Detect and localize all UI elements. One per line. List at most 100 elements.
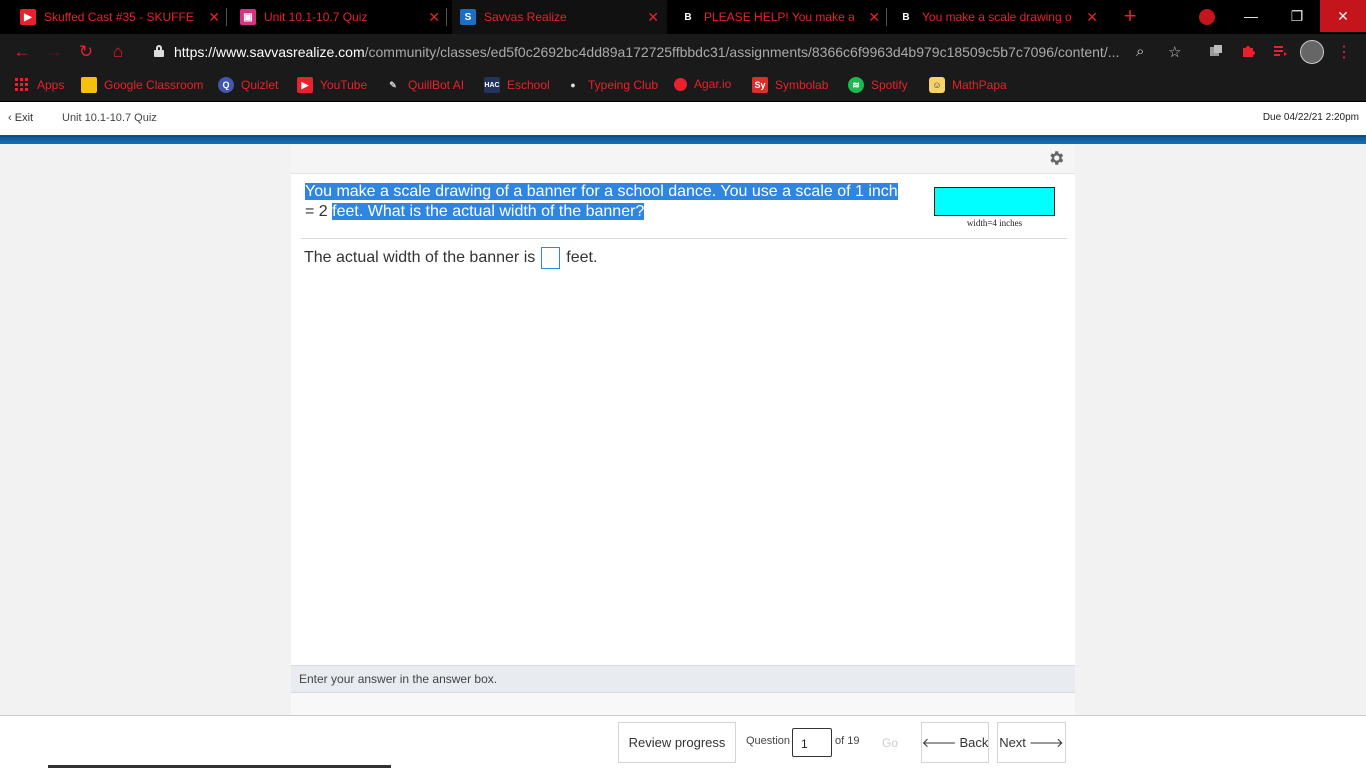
close-icon[interactable]: ✕ (1086, 9, 1098, 26)
question-label: Question (746, 735, 791, 747)
omnibox[interactable]: https://www.savvasrealize.com/community/… (142, 38, 1192, 66)
puzzle-icon[interactable] (1240, 43, 1256, 59)
quizlet-icon: Q (218, 77, 234, 93)
profile-avatar[interactable] (1300, 40, 1324, 64)
exit-button[interactable]: ‹ Exit (8, 112, 33, 124)
forward-arrow-icon[interactable]: → (44, 42, 64, 62)
bookmark-eschool[interactable]: HAC Eschool (484, 77, 550, 93)
close-window-button[interactable]: ✕ (1320, 0, 1366, 32)
close-icon[interactable]: ✕ (647, 9, 659, 26)
panel-toolbar (291, 144, 1075, 174)
header-accent-bar (0, 135, 1366, 144)
arrow-right-icon: 🡒 (1028, 734, 1064, 750)
close-icon[interactable]: ✕ (868, 9, 880, 26)
next-label: Next (999, 735, 1026, 750)
tab-title: PLEASE HELP! You make a sc (704, 10, 854, 24)
back-label: Back (959, 735, 989, 750)
question-text-selected: You make a scale drawing of a banner for… (305, 183, 898, 200)
ninja-icon: ● (570, 80, 576, 90)
minimize-button[interactable]: — (1228, 0, 1274, 32)
reload-icon[interactable]: ↻ (76, 42, 96, 62)
bookmark-label: YouTube (320, 78, 368, 92)
apps-grid-icon (15, 78, 28, 91)
classroom-icon (81, 77, 97, 93)
tab-title: Unit 10.1-10.7 Quiz (264, 10, 368, 24)
extension-icon[interactable] (1208, 43, 1224, 59)
bookmark-typeing-club[interactable]: ● Typeing Club (565, 77, 658, 93)
mathpapa-icon: ☺ (929, 77, 945, 93)
home-icon[interactable]: ⌂ (108, 42, 128, 62)
tab-brainly-2[interactable]: B You make a scale drawing of ✕ (898, 0, 1098, 34)
banner-figure (934, 187, 1055, 216)
panel-bottom (291, 693, 1075, 715)
tab-brainly-1[interactable]: B PLEASE HELP! You make a sc ✕ (680, 0, 880, 34)
url-text[interactable]: https://www.savvasrealize.com/community/… (174, 44, 1119, 60)
exit-label: Exit (14, 112, 34, 124)
bookmark-mathpapa[interactable]: ☺ MathPapa (929, 77, 1007, 93)
classroom-icon: ▣ (240, 9, 256, 25)
brainly-icon: B (902, 11, 910, 23)
bookmark-symbolab[interactable]: Sy Symbolab (752, 77, 828, 93)
question-number-input[interactable]: 1 (792, 728, 832, 757)
bookmark-label: Symbolab (775, 78, 829, 92)
due-date: Due 04/22/21 2:20pm (1262, 112, 1359, 123)
youtube-icon: ▶ (20, 9, 36, 25)
savvas-icon: S (460, 9, 476, 25)
next-button[interactable]: Next 🡒 (997, 722, 1066, 763)
new-tab-button[interactable]: + (1118, 5, 1142, 29)
symbolab-icon: Sy (752, 77, 768, 93)
bookmark-quizlet[interactable]: Q Quizlet (218, 77, 278, 93)
back-arrow-icon[interactable]: ← (12, 42, 32, 62)
tab-classroom-quiz[interactable]: ▣ Unit 10.1-10.7 Quiz ✕ (240, 0, 440, 34)
bookmark-google-classroom[interactable]: Google Classroom (81, 77, 203, 93)
tab-title: Savvas Realize (484, 10, 567, 24)
divider (301, 238, 1067, 239)
bookmark-label: Apps (37, 78, 65, 92)
close-icon[interactable]: ✕ (208, 9, 220, 26)
bookmark-label: MathPapa (952, 78, 1007, 92)
tab-youtube[interactable]: ▶ Skuffed Cast #35 - SKUFFED I ✕ (20, 0, 220, 34)
feather-icon: ✎ (389, 79, 397, 90)
record-icon[interactable] (1199, 9, 1215, 25)
answer-input[interactable] (541, 247, 561, 269)
quiz-footer: Review progress Question 1 of 19 Go 🡐 Ba… (0, 715, 1366, 768)
gear-icon[interactable] (1047, 149, 1065, 167)
chevron-left-icon: ‹ (8, 112, 12, 124)
answer-sentence: The actual width of the banner is feet. (304, 247, 597, 269)
quiz-header: ‹ Exit Unit 10.1-10.7 Quiz Due 04/22/21 … (0, 102, 1366, 135)
close-icon[interactable]: ✕ (428, 9, 440, 26)
bookmark-apps[interactable]: Apps (14, 77, 64, 93)
brainly-icon: B (684, 11, 692, 23)
question-text-scale: = 2 (305, 203, 333, 220)
address-bar-row: ← → ↻ ⌂ https://www.savvasrealize.com/co… (0, 34, 1366, 70)
arrow-left-icon: 🡐 (921, 734, 957, 750)
bookmark-spotify[interactable]: ≋ Spotify (848, 77, 908, 93)
review-progress-button[interactable]: Review progress (618, 722, 736, 763)
tab-title: Skuffed Cast #35 - SKUFFED I (44, 10, 194, 24)
agario-icon (674, 77, 687, 91)
media-icon[interactable] (1272, 43, 1288, 59)
go-button[interactable]: Go (868, 722, 912, 763)
bookmark-label: Agar.io (694, 77, 732, 91)
quiz-title: Unit 10.1-10.7 Quiz (62, 112, 157, 124)
spotify-icon: ≋ (848, 77, 864, 93)
menu-icon[interactable]: ⋮ (1336, 42, 1352, 62)
bookmark-youtube[interactable]: ▶ YouTube (297, 77, 367, 93)
back-button[interactable]: 🡐 Back (921, 722, 989, 763)
bookmark-agario[interactable]: Agar.io (674, 77, 731, 91)
answer-suffix: feet. (566, 249, 598, 266)
zoom-icon[interactable]: ⌕ (1136, 43, 1144, 60)
tab-savvas-realize[interactable]: S Savvas Realize ✕ (452, 0, 667, 34)
bookmarks-bar: Apps Google Classroom Q Quizlet ▶ YouTub… (0, 70, 1366, 102)
bookmark-label: Typeing Club (588, 78, 659, 92)
question-text-selected-end: feet. What is the actual width of the ba… (332, 203, 645, 220)
bookmark-quillbot[interactable]: ✎ QuillBot AI (385, 77, 464, 93)
youtube-icon: ▶ (297, 77, 313, 93)
lock-icon (154, 45, 164, 57)
restore-button[interactable]: ❐ (1274, 0, 1320, 32)
hint-bar: Enter your answer in the answer box. (291, 665, 1075, 693)
browser-tab-bar: ▶ Skuffed Cast #35 - SKUFFED I ✕ ▣ Unit … (0, 0, 1366, 34)
star-icon[interactable]: ☆ (1168, 43, 1181, 61)
tab-title: You make a scale drawing of (922, 10, 1072, 24)
question-text: You make a scale drawing of a banner for… (305, 182, 905, 222)
